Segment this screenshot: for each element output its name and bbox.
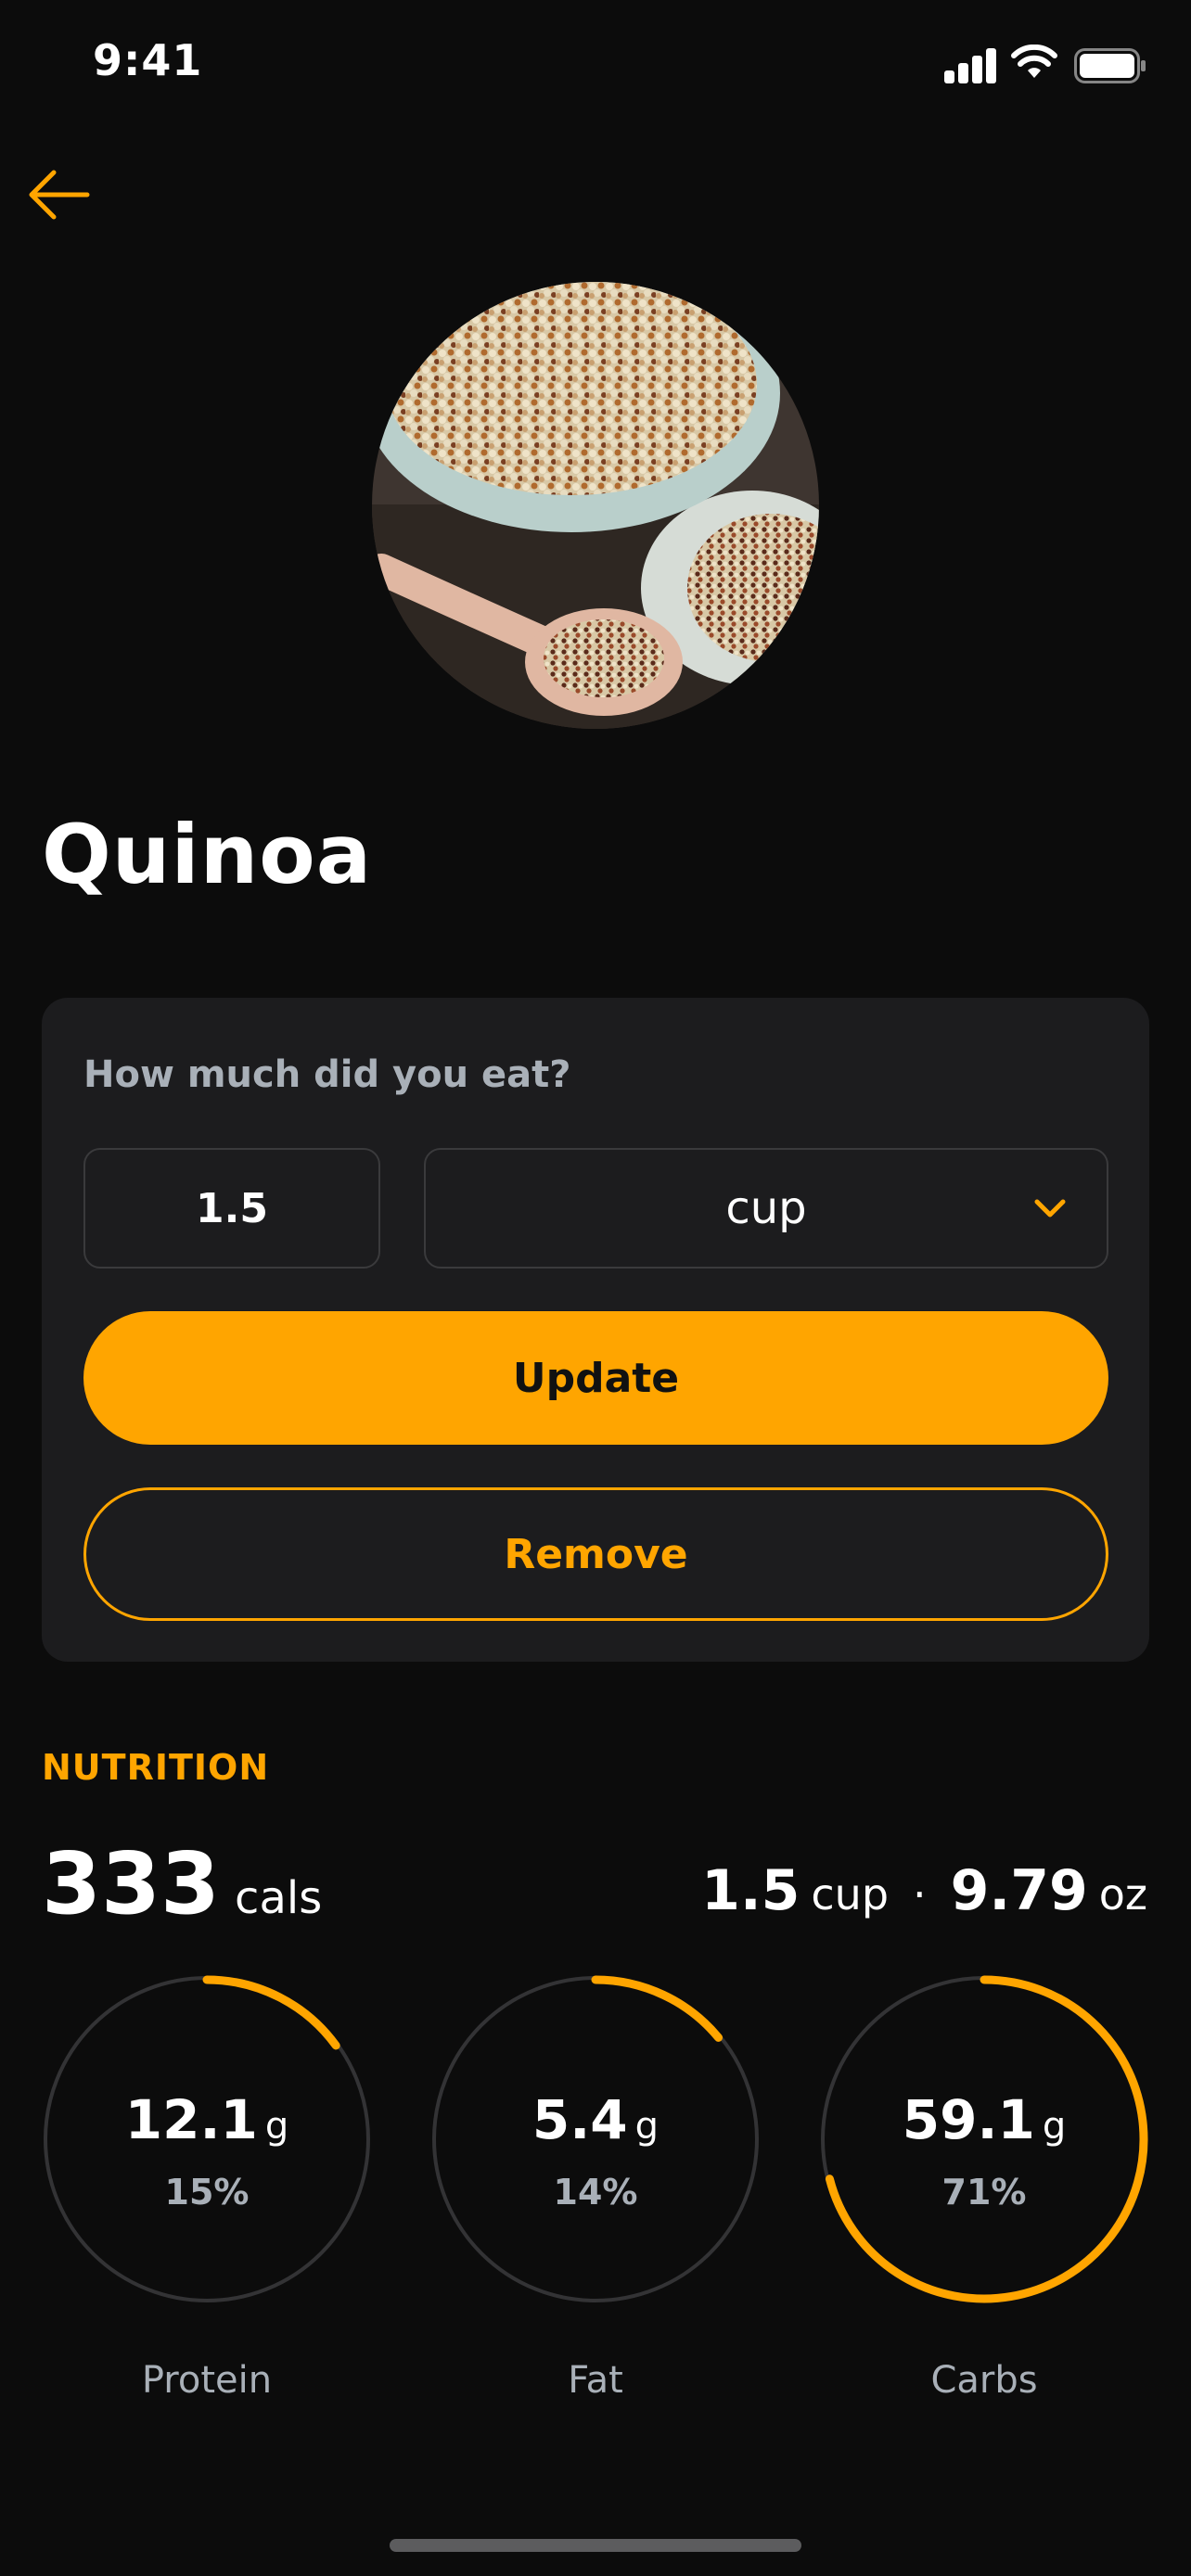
remove-button[interactable]: Remove <box>83 1487 1108 1621</box>
protein-amount-line: 12.1 g <box>43 2088 371 2151</box>
serving-unit: cup <box>811 1869 890 1919</box>
unit-select-value: cup <box>725 1182 807 1234</box>
macro-fat: 5.4 g 14% Fat <box>431 1975 760 2402</box>
unit-select[interactable]: cup <box>424 1148 1108 1269</box>
serving-summary: 1.5 cup · 9.79 oz <box>701 1858 1147 1923</box>
macro-carbs: 59.1 g 71% Carbs <box>820 1975 1148 2402</box>
protein-percent: 15% <box>164 2172 250 2213</box>
cellular-signal-icon <box>944 46 998 83</box>
chevron-down-icon <box>1034 1199 1066 1218</box>
nutrition-heading: NUTRITION <box>42 1747 270 1788</box>
weight-amount: 9.79 <box>950 1858 1088 1923</box>
food-title: Quinoa <box>42 807 373 902</box>
fat-label: Fat <box>568 2359 623 2402</box>
carbs-percent: 71% <box>941 2172 1027 2213</box>
calories-summary: 333 cals <box>42 1834 322 1933</box>
food-photo <box>372 282 819 729</box>
update-button[interactable]: Update <box>83 1311 1108 1445</box>
status-time: 9:41 <box>93 35 203 85</box>
back-arrow-icon[interactable] <box>26 167 93 223</box>
macro-protein: 12.1 g 15% Protein <box>43 1975 371 2402</box>
portion-card: How much did you eat? 1.5 cup Update Rem… <box>42 998 1149 1662</box>
fat-amount: 5.4 <box>531 2088 628 2151</box>
weight-unit: oz <box>1098 1869 1147 1919</box>
fat-unit: g <box>634 2105 660 2148</box>
status-bar: 9:41 <box>0 0 1191 130</box>
fat-ring-arc <box>591 1975 724 2042</box>
protein-unit: g <box>264 2105 289 2148</box>
fat-percent: 14% <box>553 2172 638 2213</box>
quantity-input[interactable]: 1.5 <box>83 1148 380 1269</box>
carbs-unit: g <box>1042 2105 1067 2148</box>
battery-icon <box>1074 48 1146 83</box>
serving-amount: 1.5 <box>701 1858 800 1923</box>
carbs-amount: 59.1 <box>902 2088 1035 2151</box>
protein-label: Protein <box>141 2359 273 2402</box>
carbs-amount-line: 59.1 g <box>820 2088 1148 2151</box>
protein-ring-arc <box>202 1975 340 2050</box>
protein-amount: 12.1 <box>124 2088 258 2151</box>
fat-amount-line: 5.4 g <box>431 2088 760 2151</box>
serving-separator: · <box>913 1869 927 1919</box>
carbs-label: Carbs <box>930 2359 1038 2402</box>
calories-value: 333 <box>42 1834 221 1933</box>
food-detail-screen: 9:41 Quinoa How much did you eat? 1.5 cu… <box>0 0 1191 2576</box>
home-indicator <box>390 2539 801 2552</box>
portion-question: How much did you eat? <box>83 1053 571 1096</box>
wifi-icon <box>1011 45 1057 78</box>
calories-unit: cals <box>235 1872 323 1924</box>
